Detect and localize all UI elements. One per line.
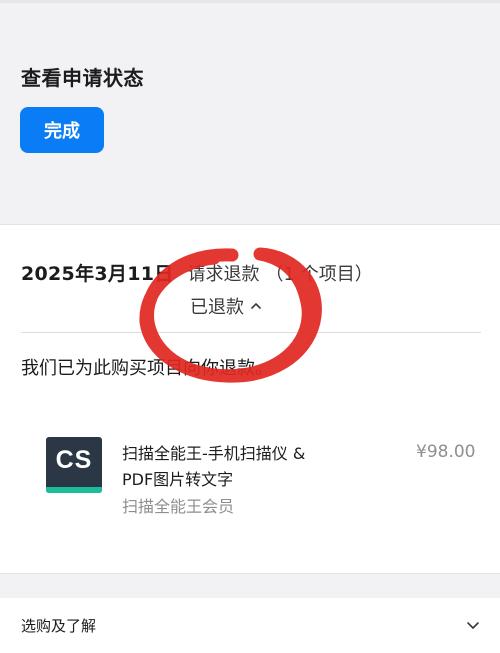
refund-message: 我们已为此购买项目向你退款。 [21,358,273,379]
learn-more-row[interactable]: 选购及了解 [0,598,500,653]
request-date: 2025年3月11日 [21,263,174,285]
page-title: 查看申请状态 [21,66,144,90]
section-separator [0,573,500,598]
app-icon-stripe [46,487,102,493]
app-price: ¥98.00 [416,442,476,462]
request-type: 请求退款 [187,264,260,285]
app-subtitle: 扫描全能王会员 [122,497,235,516]
refund-status: 已退款 [190,297,244,318]
divider [21,332,481,333]
request-summary: 2025年3月11日 请求退款 （1 个项目） [21,259,373,291]
top-edge [0,0,500,3]
request-item-count: （1 个项目） [265,264,373,285]
app-name: 扫描全能王-手机扫描仪 & PDF图片转文字 [122,444,306,489]
learn-more-label: 选购及了解 [21,617,97,635]
done-button[interactable]: 完成 [20,107,104,153]
chevron-up-icon [251,303,261,309]
chevron-down-icon [467,622,479,629]
app-icon: CS [46,437,102,493]
app-icon-text: CS [55,446,93,474]
header-panel: 查看申请状态 完成 [0,0,500,225]
refund-status-toggle[interactable]: 已退款 [190,292,262,320]
